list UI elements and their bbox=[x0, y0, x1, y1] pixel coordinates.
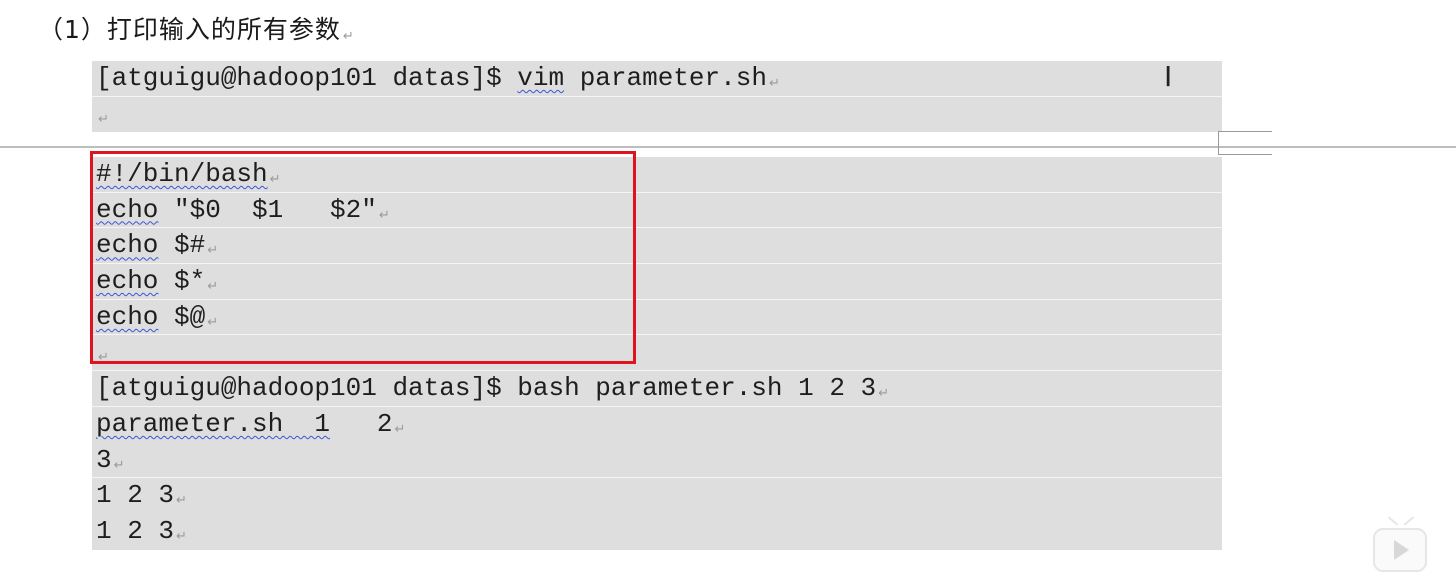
spell-underlined-word: echo bbox=[96, 301, 159, 332]
paragraph-mark-icon: ↵ bbox=[768, 76, 780, 91]
code-block-vim: [atguigu@hadoop101 datas]$ vim parameter… bbox=[92, 61, 1222, 133]
code-line: echo "$0 $1 $2" ↵ bbox=[92, 193, 1222, 229]
section-heading: （1）打印输入的所有参数 ↵ bbox=[38, 15, 355, 44]
paragraph-mark-icon: ↵ bbox=[378, 207, 390, 223]
paragraph-mark-icon: ↵ bbox=[269, 172, 281, 187]
paragraph-mark-icon: ↵ bbox=[98, 111, 109, 127]
code-line: 1 2 3 ↵ bbox=[96, 515, 187, 546]
code-line: #!/bin/bash ↵ bbox=[92, 157, 1222, 193]
spell-underlined-word: echo bbox=[96, 266, 159, 297]
paragraph-mark-icon: ↵ bbox=[394, 421, 406, 437]
paragraph-mark-icon: ↵ bbox=[207, 243, 219, 259]
code-line: 1 2 3 ↵ bbox=[96, 480, 187, 511]
page-margin-marker bbox=[1218, 131, 1272, 155]
spell-underlined-word: echo bbox=[96, 230, 159, 261]
spell-underlined-word: parameter.sh 1 bbox=[96, 408, 331, 439]
code-line: [atguigu@hadoop101 datas]$ bash paramete… bbox=[92, 371, 1222, 407]
tv-antenna-icon bbox=[1387, 516, 1399, 526]
code-line: echo $@ ↵ bbox=[92, 300, 1222, 336]
paragraph-mark-icon: ↵ bbox=[176, 528, 187, 544]
code-line: parameter.sh 1 2 ↵ bbox=[96, 408, 406, 439]
paragraph-mark-icon: ↵ bbox=[113, 457, 125, 473]
play-button[interactable] bbox=[1373, 516, 1427, 572]
paragraph-mark-icon: ↵ bbox=[207, 279, 219, 295]
code-line-empty: ↵ bbox=[92, 335, 1222, 372]
paragraph-mark-icon: ↵ bbox=[878, 386, 890, 402]
paragraph-mark-icon: ↵ bbox=[207, 314, 219, 330]
code-line: 3 ↵ bbox=[92, 443, 1222, 479]
paragraph-mark-icon: ↵ bbox=[176, 493, 187, 509]
spell-underlined-word: #!/bin/bash bbox=[96, 159, 268, 189]
play-icon bbox=[1394, 540, 1409, 560]
paragraph-mark-icon: ↵ bbox=[342, 29, 355, 44]
text-cursor-icon: I bbox=[1164, 60, 1173, 93]
code-line-empty: ↵ bbox=[92, 97, 1222, 133]
tv-antenna-icon bbox=[1403, 516, 1415, 526]
code-line: [atguigu@hadoop101 datas]$ vim parameter… bbox=[92, 61, 1222, 97]
code-block-script: #!/bin/bash ↵ echo "$0 $1 $2" ↵ echo $# ↵ e… bbox=[92, 157, 1222, 550]
code-line: echo $* ↵ bbox=[92, 264, 1222, 300]
spell-underlined-word: echo bbox=[96, 194, 159, 225]
code-line: echo $# ↵ bbox=[92, 228, 1222, 265]
paragraph-mark-icon: ↵ bbox=[98, 350, 109, 366]
spell-underlined-word: vim bbox=[517, 63, 565, 93]
